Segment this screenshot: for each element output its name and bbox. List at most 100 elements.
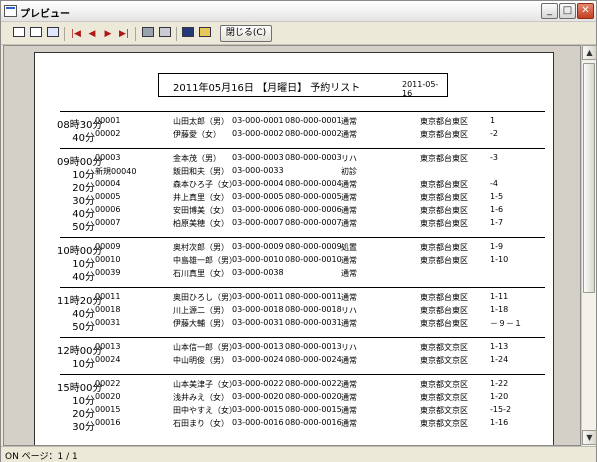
patient-name-cell: 石田まり（女） [173, 419, 229, 428]
two-page-view-icon[interactable] [28, 26, 44, 42]
first-page-icon[interactable]: |◀ [68, 26, 84, 42]
open-icon[interactable] [197, 26, 213, 42]
scroll-thumb[interactable] [583, 63, 595, 293]
patient-name-cell: 奥田ひろし（男） [173, 293, 237, 302]
reservation-id-cell: 00005 [95, 192, 121, 201]
group-separator [60, 111, 545, 112]
close-window-button[interactable]: ✕ [577, 3, 594, 19]
address-number-cell: 1-5 [490, 192, 504, 201]
group-separator [60, 148, 545, 149]
visit-type-cell: 通常 [341, 130, 357, 139]
visit-type-cell: 通常 [341, 393, 357, 402]
app-icon [4, 5, 17, 17]
address-cell: 東京都台東区 [420, 206, 468, 215]
visit-type-cell: 通常 [341, 206, 357, 215]
address-cell: 東京都文京区 [420, 406, 468, 415]
patient-name-cell: 柏原美穂（女） [173, 219, 229, 228]
address-cell: 東京都文京区 [420, 380, 468, 389]
group-separator [60, 337, 545, 338]
maximize-button[interactable]: □ [559, 3, 576, 19]
close-button[interactable]: 閉じる(C) [220, 25, 272, 42]
reservation-id-cell: 00004 [95, 179, 121, 188]
reservation-row: 10分 新規00040 飯田和夫（男） 03-000-0033 初診 [35, 166, 555, 181]
visit-type-cell: 通常 [341, 117, 357, 126]
reservation-id-cell: 00039 [95, 268, 121, 277]
address-number-cell: -15-2 [490, 405, 512, 414]
reservation-row: 15時00分 00022 山本美津子（女） 03-000-0022 080-000-00… [35, 379, 555, 394]
patient-name-cell: 飯田和夫（男） [173, 167, 229, 176]
reservation-row: 10分 00020 浅井みえ（女） 03-000-0020 080-000-0020 通常… [35, 392, 555, 407]
address-cell: 東京都台東区 [420, 319, 468, 328]
phone-cell: 03-000-0006 [232, 205, 284, 214]
preview-window: プレビュー _ □ ✕ |◀ ◀ ▶ ▶| 閉じる(C) 2011年05月16日… [0, 0, 597, 462]
visit-type-cell: 通常 [341, 419, 357, 428]
mobile-cell: 080-000-0018 [285, 305, 342, 314]
status-text: ON ページ：1 / 1 [5, 452, 78, 462]
group-separator [60, 237, 545, 238]
patient-name-cell: 伊藤愛（女） [173, 130, 221, 139]
patient-name-cell: 井上真里（女） [173, 193, 229, 202]
address-cell: 東京都台東区 [420, 293, 468, 302]
zoom-view-icon[interactable] [45, 26, 61, 42]
print-setup-icon[interactable] [140, 26, 156, 42]
print-icon[interactable] [157, 26, 173, 42]
address-number-cell: 1-9 [490, 242, 504, 251]
phone-cell: 03-000-0002 [232, 129, 284, 138]
phone-cell: 03-000-0003 [232, 153, 284, 162]
address-number-cell: -2 [490, 129, 498, 138]
title-bar[interactable]: プレビュー _ □ ✕ [1, 1, 596, 22]
report-date: 2011-05-16 [402, 80, 439, 98]
address-number-cell: 1-7 [490, 218, 504, 227]
patient-name-cell: 山田太郎（男） [173, 117, 229, 126]
scroll-down-button[interactable]: ▼ [582, 430, 597, 445]
preview-viewport[interactable]: 2011年05月16日 【月曜日】 予約リスト 2011-05-16 08時30… [3, 45, 581, 446]
phone-cell: 03-000-0009 [232, 242, 284, 251]
toolbar-separator [64, 27, 65, 41]
time-cell: 40分 [72, 133, 95, 144]
toolbar-separator [135, 27, 136, 41]
reservation-row: 40分 00002 伊藤愛（女） 03-000-0002 080-000-0002 通常 東… [35, 129, 555, 144]
address-number-cell: 1-24 [490, 355, 509, 364]
phone-cell: 03-000-0033 [232, 166, 284, 175]
mobile-cell: 080-000-0020 [285, 392, 342, 401]
reservation-row: 12時00分 00013 山本信一郎（男） 03-000-0013 080-000-00… [35, 342, 555, 357]
patient-name-cell: 伊藤大輔（男） [173, 319, 229, 328]
address-cell: 東京都台東区 [420, 193, 468, 202]
address-cell: 東京都文京区 [420, 393, 468, 402]
minimize-button[interactable]: _ [541, 3, 558, 19]
address-number-cell: 1-22 [490, 379, 509, 388]
patient-name-cell: 田中やすえ（女） [173, 406, 237, 415]
next-page-icon[interactable]: ▶ [100, 26, 116, 42]
vertical-scrollbar[interactable]: ▲ ▼ [581, 45, 597, 446]
address-cell: 東京都台東区 [420, 130, 468, 139]
scroll-up-button[interactable]: ▲ [582, 45, 597, 60]
reservation-row: 40分 00039 石川真里（女） 03-000-0038 通常 [35, 268, 555, 283]
address-number-cell: －９－１ [490, 319, 522, 328]
patient-name-cell: 石川真里（女） [173, 269, 229, 278]
phone-cell: 03-000-0022 [232, 379, 284, 388]
reservation-row: 08時30分 00001 山田太郎（男） 03-000-0001 080-000-000… [35, 116, 555, 131]
patient-name-cell: 奥村次郎（男） [173, 243, 229, 252]
address-number-cell: 1-18 [490, 305, 509, 314]
last-page-icon[interactable]: ▶| [116, 26, 132, 42]
patient-name-cell: 中山明俊（男） [173, 356, 229, 365]
toolbar: |◀ ◀ ▶ ▶| 閉じる(C) [1, 23, 596, 45]
reservation-id-cell: 00001 [95, 116, 121, 125]
reservation-id-cell: 00015 [95, 405, 121, 414]
mobile-cell: 080-000-0007 [285, 218, 342, 227]
reservation-id-cell: 00013 [95, 342, 121, 351]
previous-page-icon[interactable]: ◀ [84, 26, 100, 42]
one-page-view-icon[interactable] [11, 26, 27, 42]
save-icon[interactable] [180, 26, 196, 42]
mobile-cell: 080-000-0010 [285, 255, 342, 264]
toolbar-separator [176, 27, 177, 41]
time-cell: 40分 [72, 272, 95, 283]
visit-type-cell: 通常 [341, 180, 357, 189]
patient-name-cell: 浅井みえ（女） [173, 393, 229, 402]
status-bar: ON ページ：1 / 1 [1, 446, 596, 462]
phone-cell: 03-000-0013 [232, 342, 284, 351]
phone-cell: 03-000-0031 [232, 318, 284, 327]
address-cell: 東京都台東区 [420, 243, 468, 252]
report-page: 2011年05月16日 【月曜日】 予約リスト 2011-05-16 08時30… [34, 52, 555, 445]
mobile-cell: 080-000-0024 [285, 355, 342, 364]
